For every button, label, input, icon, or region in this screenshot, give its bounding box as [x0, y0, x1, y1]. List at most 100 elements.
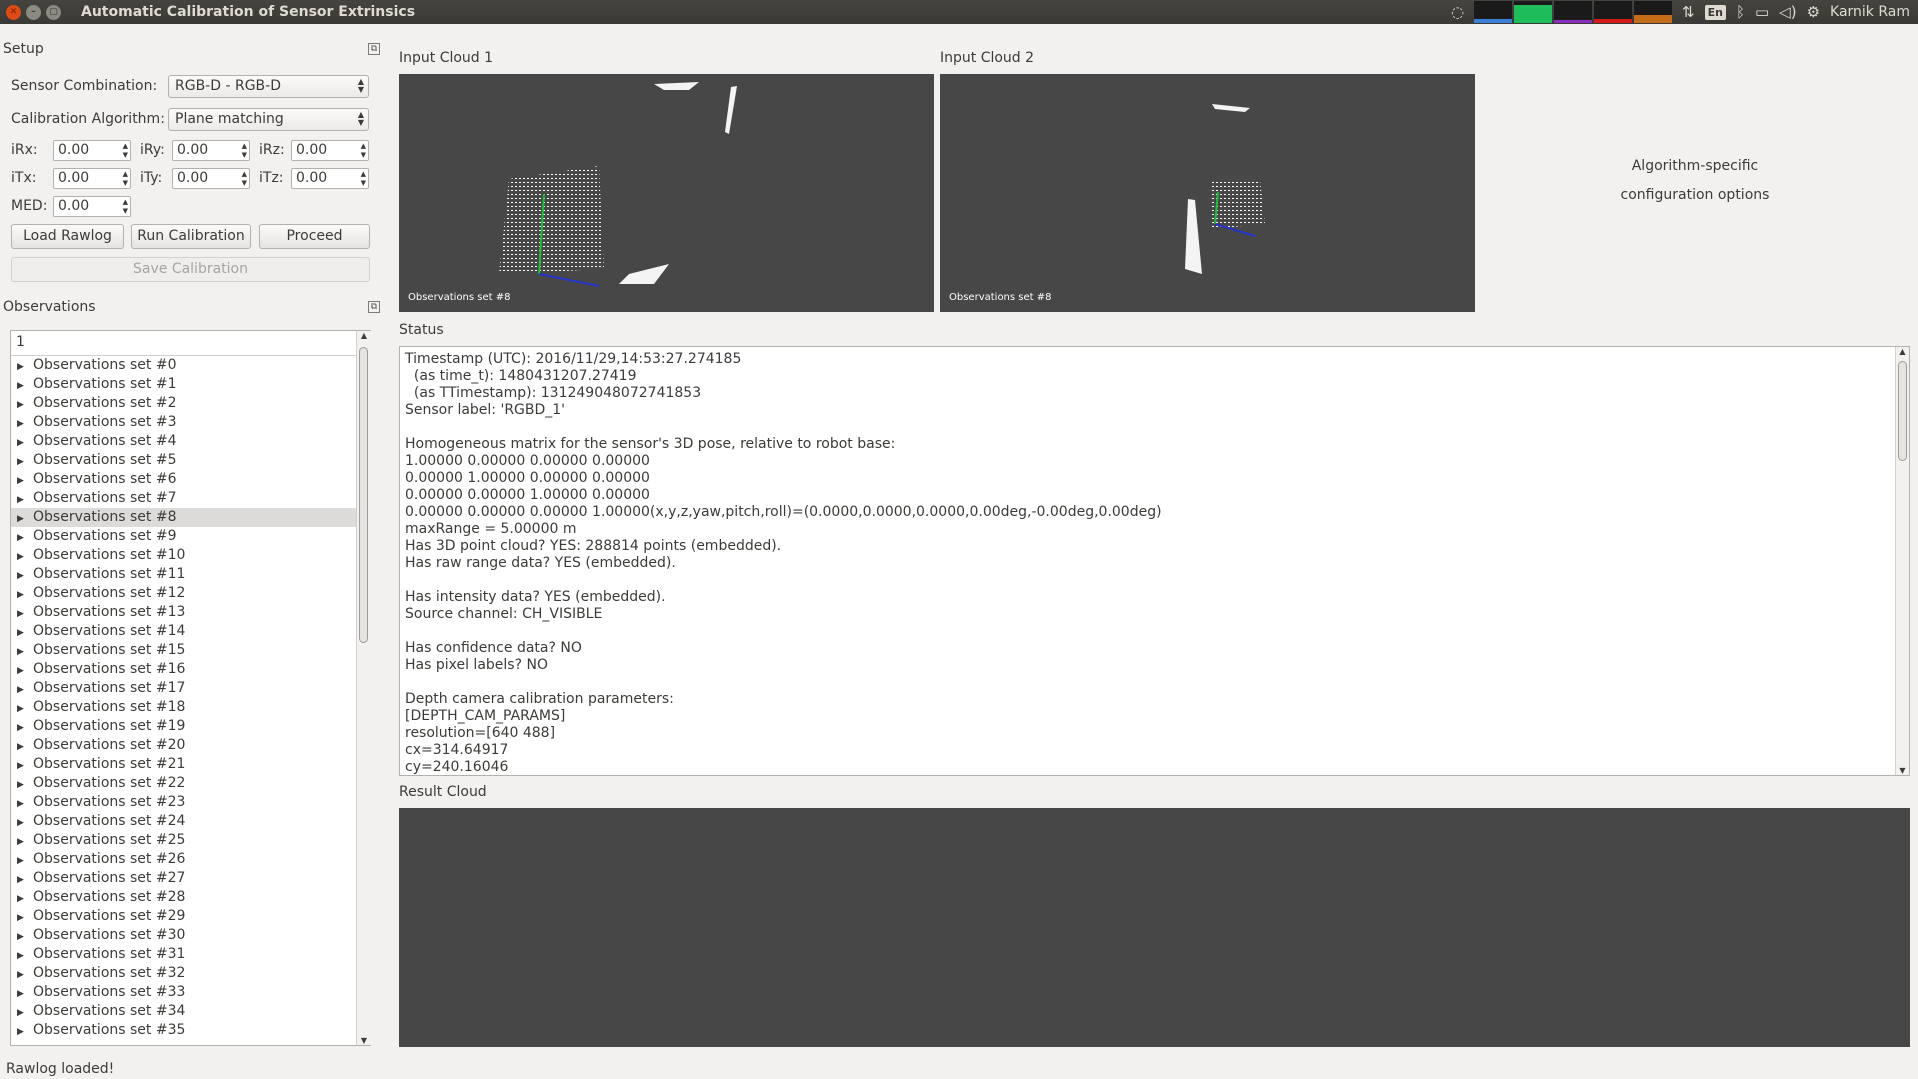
irx-spinbox[interactable]: 0.00 ▲ ▼ [53, 140, 131, 161]
itx-spinbox[interactable]: 0.00 ▲ ▼ [53, 168, 131, 189]
volume-icon[interactable]: ◁) [1779, 3, 1796, 21]
observation-set-label: Observations set #9 [33, 528, 177, 544]
observation-set-label: Observations set #4 [33, 433, 177, 449]
status-textbox[interactable]: Timestamp (UTC): 2016/11/29,14:53:27.274… [399, 346, 1910, 776]
spin-arrows-icon[interactable]: ▲ ▼ [123, 170, 128, 188]
observation-set-item[interactable]: ▶ Observations set #13 [11, 603, 370, 622]
observation-set-item[interactable]: ▶ Observations set #19 [11, 717, 370, 736]
scroll-down-icon[interactable]: ▼ [1896, 766, 1909, 775]
ity-spinbox[interactable]: 0.00 ▲ ▼ [172, 168, 250, 189]
sensor-combination-select[interactable]: RGB-D - RGB-D ▲ ▼ [168, 75, 369, 98]
expand-arrow-icon[interactable]: ▶ [17, 1023, 33, 1042]
observations-tree-header[interactable]: 1 [11, 331, 370, 356]
scroll-up-icon[interactable]: ▲ [357, 331, 371, 340]
iry-spinbox[interactable]: 0.00 ▲ ▼ [172, 140, 250, 161]
observations-scrollbar[interactable]: ▲ ▼ [356, 331, 371, 1045]
spin-arrows-icon[interactable]: ▲ ▼ [361, 170, 366, 188]
algorithm-options-line2: configuration options [1620, 187, 1770, 203]
observation-set-label: Observations set #27 [33, 870, 186, 886]
observation-set-item[interactable]: ▶ Observations set #2 [11, 394, 370, 413]
keyboard-layout-indicator[interactable]: En [1704, 4, 1726, 20]
observation-set-item[interactable]: ▶ Observations set #11 [11, 565, 370, 584]
plane-points [654, 82, 699, 90]
observation-set-item[interactable]: ▶ Observations set #33 [11, 983, 370, 1002]
observation-set-item[interactable]: ▶ Observations set #17 [11, 679, 370, 698]
calibration-algorithm-select[interactable]: Plane matching ▲ ▼ [168, 108, 369, 131]
algorithm-label: Calibration Algorithm: [11, 111, 165, 127]
scroll-down-icon[interactable]: ▼ [357, 1036, 371, 1045]
bluetooth-icon[interactable]: ᛒ [1736, 3, 1745, 21]
observation-set-item[interactable]: ▶ Observations set #8 [11, 508, 370, 527]
observations-tree[interactable]: 1 ▶ Observations set #0 ▶ Observations set … [10, 330, 371, 1046]
observation-set-item[interactable]: ▶ Observations set #9 [11, 527, 370, 546]
spin-arrows-icon[interactable]: ▲ ▼ [242, 142, 247, 160]
maximize-window-button[interactable]: ▢ [46, 4, 61, 20]
input-cloud-1-view[interactable]: Observations set #8 [399, 74, 934, 312]
combo-arrows-icon: ▲ ▼ [357, 110, 364, 127]
observation-set-item[interactable]: ▶ Observations set #26 [11, 850, 370, 869]
observation-set-item[interactable]: ▶ Observations set #34 [11, 1002, 370, 1021]
irz-spinbox[interactable]: 0.00 ▲ ▼ [291, 140, 369, 161]
network-transfer-icon[interactable]: ⇅ [1682, 3, 1695, 21]
proceed-button[interactable]: Proceed [259, 224, 370, 249]
spin-arrows-icon[interactable]: ▲ ▼ [123, 142, 128, 160]
observation-set-item[interactable]: ▶ Observations set #22 [11, 774, 370, 793]
user-name[interactable]: Karnik Ram [1830, 4, 1910, 20]
observation-set-item[interactable]: ▶ Observations set #35 [11, 1021, 370, 1040]
observation-set-label: Observations set #22 [33, 775, 186, 791]
observation-set-item[interactable]: ▶ Observations set #14 [11, 622, 370, 641]
result-cloud-view[interactable] [399, 808, 1910, 1047]
observation-set-item[interactable]: ▶ Observations set #3 [11, 413, 370, 432]
observations-dock-float-icon[interactable]: ⧉ [368, 301, 380, 313]
status-scroll-thumb[interactable] [1898, 361, 1907, 461]
minimize-window-button[interactable]: – [26, 4, 41, 20]
observation-set-item[interactable]: ▶ Observations set #15 [11, 641, 370, 660]
save-calibration-button[interactable]: Save Calibration [11, 257, 370, 282]
observation-set-item[interactable]: ▶ Observations set #7 [11, 489, 370, 508]
battery-icon[interactable]: ▭ [1755, 3, 1769, 21]
close-window-button[interactable]: ✕ [6, 4, 21, 20]
med-spinbox[interactable]: 0.00 ▲ ▼ [53, 196, 131, 217]
observation-set-label: Observations set #15 [33, 642, 186, 658]
observation-set-item[interactable]: ▶ Observations set #30 [11, 926, 370, 945]
algorithm-options-panel: Algorithm-specific configuration options [1480, 152, 1910, 210]
system-monitor-graph[interactable] [1474, 1, 1673, 23]
observation-set-item[interactable]: ▶ Observations set #4 [11, 432, 370, 451]
setup-dock-float-icon[interactable]: ⧉ [368, 43, 380, 55]
status-line: 0.00000 0.00000 1.00000 0.00000 [405, 487, 650, 503]
observation-set-item[interactable]: ▶ Observations set #6 [11, 470, 370, 489]
input-cloud-2-view[interactable]: Observations set #8 [940, 74, 1475, 312]
observation-set-item[interactable]: ▶ Observations set #24 [11, 812, 370, 831]
load-rawlog-button[interactable]: Load Rawlog [11, 224, 124, 249]
observation-set-item[interactable]: ▶ Observations set #27 [11, 869, 370, 888]
spin-arrows-icon[interactable]: ▲ ▼ [361, 142, 366, 160]
observation-set-label: Observations set #31 [33, 946, 186, 962]
observation-set-label: Observations set #17 [33, 680, 186, 696]
observation-set-item[interactable]: ▶ Observations set #21 [11, 755, 370, 774]
observations-dock-title: Observations [3, 299, 96, 315]
run-calibration-button[interactable]: Run Calibration [131, 224, 251, 249]
scroll-up-icon[interactable]: ▲ [1896, 347, 1909, 356]
observation-set-item[interactable]: ▶ Observations set #31 [11, 945, 370, 964]
spin-arrows-icon[interactable]: ▲ ▼ [123, 198, 128, 216]
spin-arrows-icon[interactable]: ▲ ▼ [242, 170, 247, 188]
gear-icon[interactable]: ⚙ [1807, 3, 1820, 21]
observation-set-item[interactable]: ▶ Observations set #16 [11, 660, 370, 679]
lightbulb-icon[interactable]: ◌ [1451, 3, 1464, 21]
observation-set-item[interactable]: ▶ Observations set #28 [11, 888, 370, 907]
observations-scroll-thumb[interactable] [359, 347, 368, 643]
observation-set-item[interactable]: ▶ Observations set #5 [11, 451, 370, 470]
observation-set-item[interactable]: ▶ Observations set #29 [11, 907, 370, 926]
status-scrollbar[interactable]: ▲ ▼ [1895, 347, 1909, 775]
observation-set-item[interactable]: ▶ Observations set #25 [11, 831, 370, 850]
observation-set-item[interactable]: ▶ Observations set #0 [11, 356, 370, 375]
observation-set-item[interactable]: ▶ Observations set #10 [11, 546, 370, 565]
observation-set-item[interactable]: ▶ Observations set #23 [11, 793, 370, 812]
observation-set-item[interactable]: ▶ Observations set #18 [11, 698, 370, 717]
observation-set-item[interactable]: ▶ Observations set #12 [11, 584, 370, 603]
itz-spinbox[interactable]: 0.00 ▲ ▼ [291, 168, 369, 189]
observation-set-item[interactable]: ▶ Observations set #20 [11, 736, 370, 755]
observation-set-item[interactable]: ▶ Observations set #32 [11, 964, 370, 983]
observation-set-item[interactable]: ▶ Observations set #1 [11, 375, 370, 394]
status-line: [DEPTH_CAM_PARAMS] [405, 708, 566, 724]
